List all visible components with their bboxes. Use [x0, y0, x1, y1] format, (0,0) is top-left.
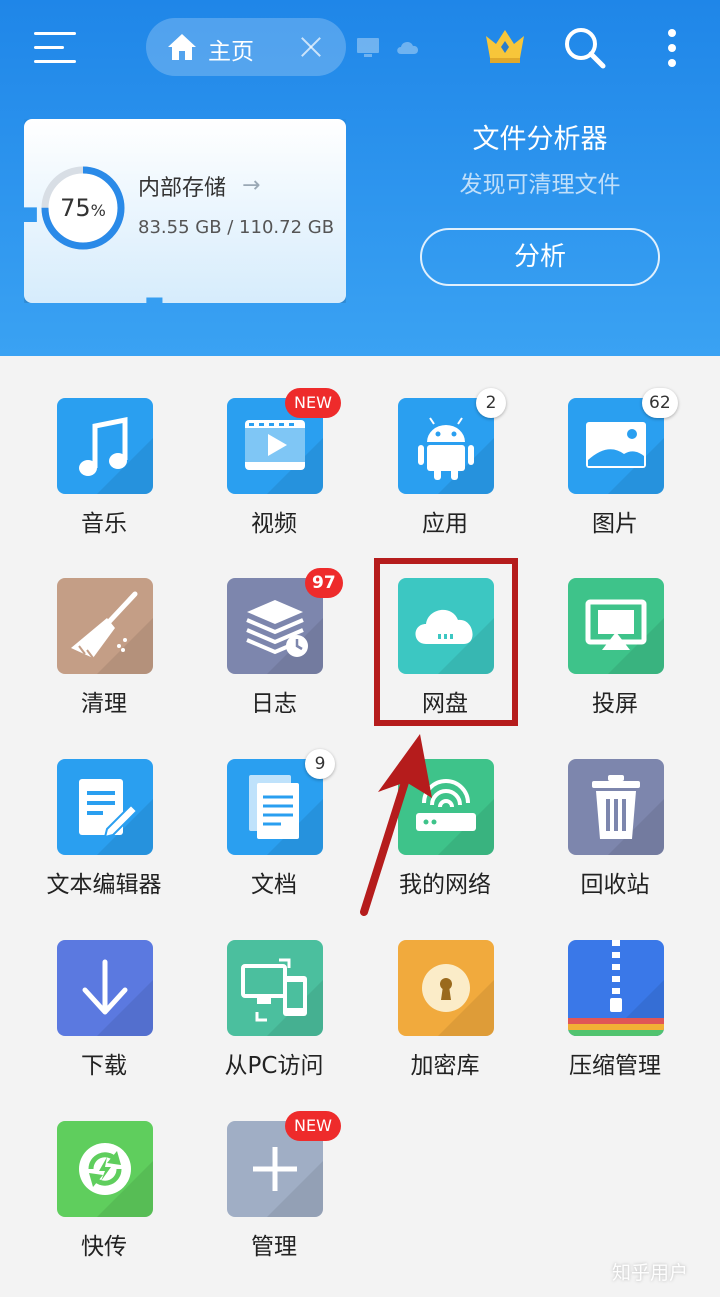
storage-size: 83.55 GB / 110.72 GB [138, 217, 335, 238]
analyze-button[interactable]: 分析 [420, 228, 660, 286]
grid-item-android[interactable]: 应用 2 [360, 388, 530, 568]
download-icon [57, 940, 153, 1036]
highlight-box [374, 558, 518, 726]
grid-item-label: 快传 [81, 1234, 127, 1260]
red-arrow-annotation [360, 734, 432, 916]
grid-item-cast[interactable]: 投屏 [530, 578, 700, 748]
grid-item-label: 文本编辑器 [46, 872, 162, 898]
storage-card[interactable]: 75% 内部存储 → 83.55 GB / 110.72 GB [24, 119, 346, 303]
grid-item-label: 投屏 [592, 691, 638, 717]
grid-item-label: 应用 [422, 511, 468, 537]
storage-name: 内部存储 [138, 176, 227, 201]
crown-icon[interactable] [482, 24, 528, 66]
grid-item-trash[interactable]: 回收站 [530, 759, 700, 929]
grid-item-video[interactable]: 视频 NEW [189, 388, 359, 568]
grid-item-label: 下载 [81, 1053, 127, 1079]
tab-home[interactable]: 主页 [146, 18, 346, 76]
grid-item-plus[interactable]: 管理 NEW [189, 1111, 359, 1291]
grid-item-edit[interactable]: 文本编辑器 [19, 759, 189, 929]
grid-item-label: 视频 [251, 511, 297, 537]
grid-item-label: 日志 [251, 691, 297, 717]
header: 主页 75% 内部存储 → 83.55 GB / 110.72 GB 文件分析器 [0, 0, 720, 356]
count-badge: 9 [305, 749, 335, 779]
grid-item-label: 文档 [251, 872, 297, 898]
storage-percent-value: 75 [60, 194, 91, 222]
grid-item-download[interactable]: 下载 [19, 940, 189, 1110]
grid-item-label: 清理 [81, 691, 127, 717]
arrow-right-icon: → [242, 173, 261, 198]
grid-item-pc-access[interactable]: 从PC访问 [189, 940, 359, 1110]
home-icon [168, 34, 196, 60]
grid-item-label: 压缩管理 [569, 1053, 661, 1079]
new-badge: NEW [285, 388, 341, 418]
grid-item-document[interactable]: 文档 9 [189, 749, 359, 929]
grid-item-log[interactable]: 日志 97 [189, 568, 359, 748]
edit-icon [57, 759, 153, 855]
zip-icon [568, 940, 664, 1036]
more-vertical-icon[interactable] [664, 26, 680, 72]
storage-percent: 75% [38, 163, 128, 253]
tab-close-icon[interactable] [296, 32, 326, 62]
grid-item-label: 音乐 [81, 511, 127, 537]
trash-icon [568, 759, 664, 855]
search-icon[interactable] [562, 25, 608, 69]
analyzer-title: 文件分析器 [472, 124, 608, 155]
grid-item-zip[interactable]: 压缩管理 [530, 940, 700, 1110]
grid-item-sync[interactable]: 快传 [19, 1121, 189, 1291]
grid-item-label: 加密库 [410, 1053, 480, 1079]
grid-item-image[interactable]: 图片 62 [530, 388, 700, 568]
grid-item-music[interactable]: 音乐 [19, 398, 189, 568]
cast-icon [568, 578, 664, 674]
grid-item-label: 图片 [592, 511, 638, 537]
cloud-small-icon[interactable] [394, 36, 422, 58]
grid-item-broom[interactable]: 清理 [19, 578, 189, 748]
pc-access-icon [227, 940, 323, 1036]
new-badge: NEW [285, 1111, 341, 1141]
sync-icon [57, 1121, 153, 1217]
grid-item-lock[interactable]: 加密库 [360, 940, 530, 1110]
analyzer-subtitle: 发现可清理文件 [459, 172, 621, 198]
lock-icon [398, 940, 494, 1036]
count-badge: 97 [305, 568, 343, 598]
tab-label: 主页 [208, 39, 254, 65]
count-badge: 62 [642, 388, 678, 418]
grid-item-label: 从PC访问 [224, 1053, 324, 1079]
count-badge: 2 [476, 388, 506, 418]
storage-percent-sign: % [90, 201, 106, 220]
grid-item-label: 回收站 [580, 872, 650, 898]
menu-icon[interactable] [34, 30, 76, 66]
watermark: 知乎用户 [612, 1262, 689, 1284]
music-icon [57, 398, 153, 494]
broom-icon [57, 578, 153, 674]
screen-icon[interactable] [355, 36, 381, 58]
grid-item-label: 管理 [251, 1234, 297, 1260]
